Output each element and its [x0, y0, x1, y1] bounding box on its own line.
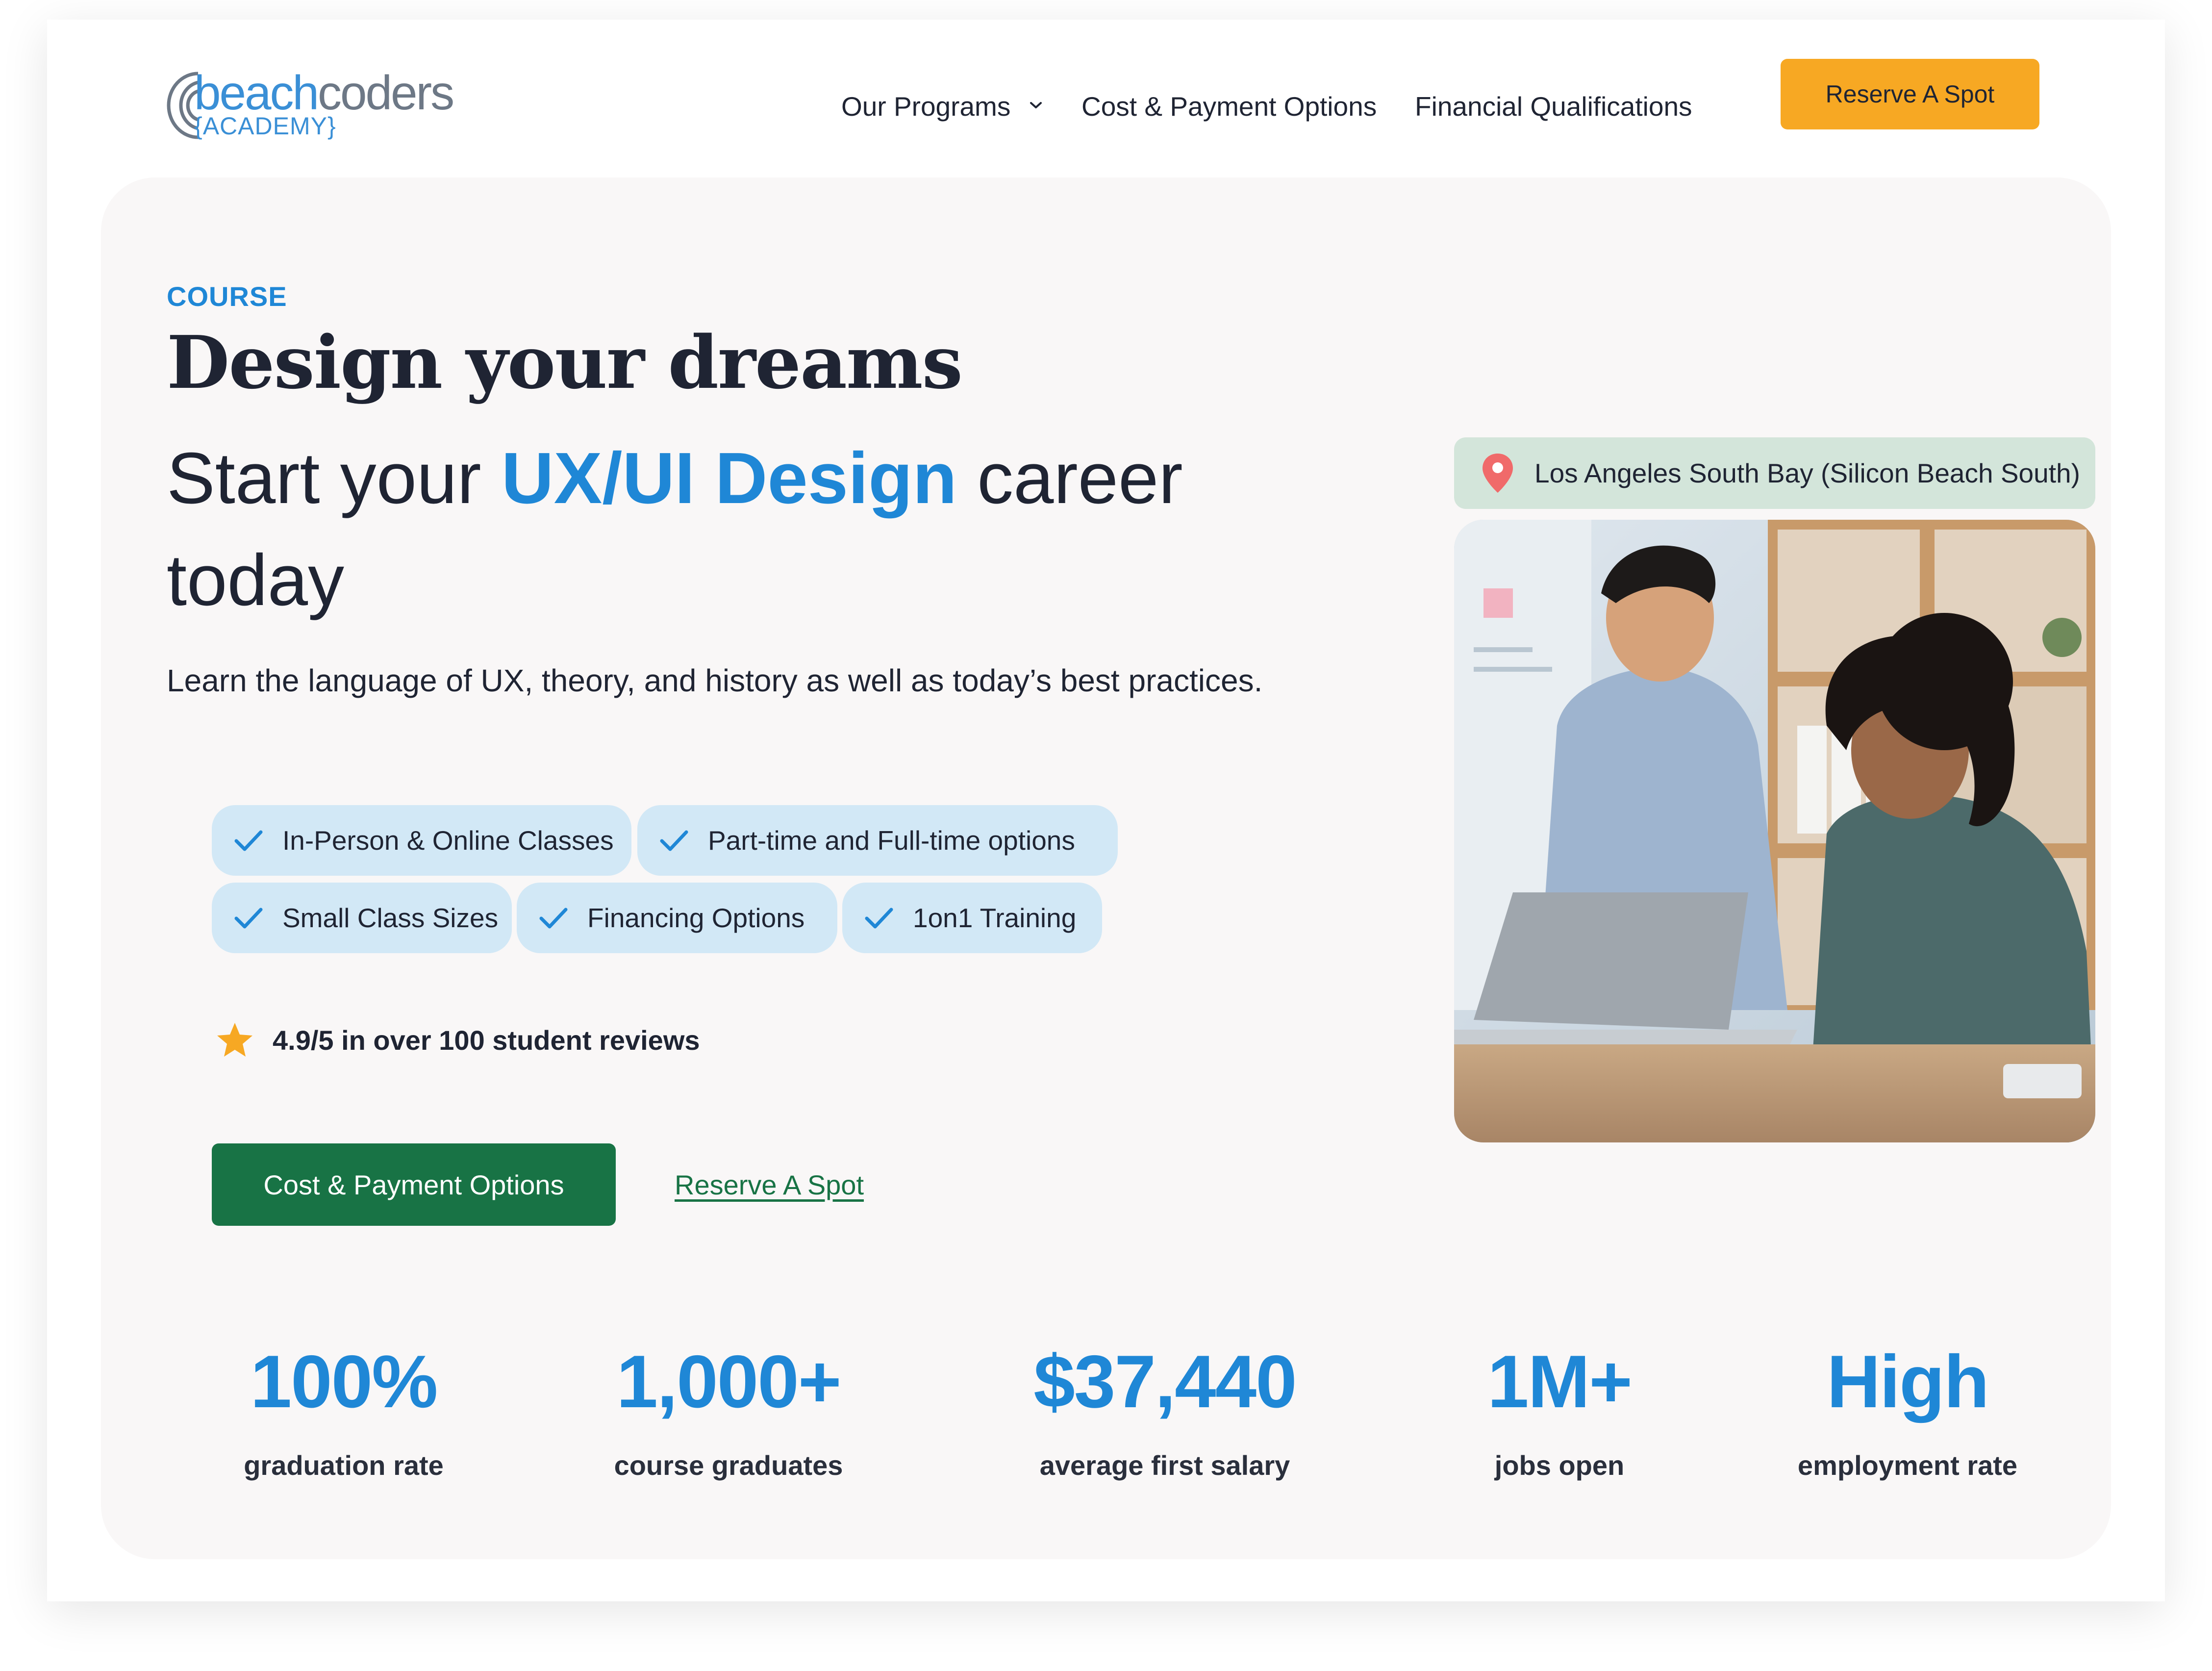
stat-label: course graduates: [614, 1450, 843, 1481]
rating-text: 4.9/5 in over 100 student reviews: [273, 1024, 700, 1056]
check-icon: [865, 908, 893, 929]
star-icon: [217, 1023, 252, 1057]
stat-label: graduation rate: [244, 1450, 444, 1481]
page-title: Design your dreams: [167, 320, 963, 405]
hero-subhead: Start your UX/UI Design career today: [167, 438, 1183, 621]
nav-our-programs-label: Our Programs: [841, 91, 1011, 122]
reserve-spot-link[interactable]: Reserve A Spot: [675, 1169, 864, 1201]
stat-employment-rate: High employment rate: [1768, 1344, 2047, 1481]
hero-photo: [1454, 520, 2095, 1142]
feature-chip: In-Person & Online Classes: [212, 805, 631, 876]
check-icon: [234, 830, 263, 851]
stat-value: $37,440: [1033, 1340, 1297, 1423]
feature-chip-label: 1on1 Training: [913, 903, 1077, 933]
hero-section: COURSE Design your dreams Start your UX/…: [101, 177, 2111, 1559]
logo-brand-text: beachcoders: [194, 66, 454, 120]
nav-financial-qualifications[interactable]: Financial Qualifications: [1415, 93, 1692, 120]
stat-graduation-rate: 100% graduation rate: [238, 1344, 449, 1481]
stat-label: jobs open: [1494, 1450, 1625, 1481]
course-eyebrow: COURSE: [167, 281, 287, 312]
nav-cost-payment[interactable]: Cost & Payment Options: [1081, 93, 1377, 120]
check-icon: [539, 908, 568, 929]
rating-summary: 4.9/5 in over 100 student reviews: [216, 1021, 700, 1059]
map-pin-icon: [1483, 454, 1513, 493]
feature-chip-label: Part-time and Full-time options: [708, 825, 1075, 856]
check-icon: [660, 830, 688, 851]
subhead-highlight: UX/UI Design: [501, 438, 957, 519]
site-header: beachcoders {ACADEMY} Our Programs Cost …: [47, 20, 2165, 172]
stat-label: employment rate: [1797, 1450, 2018, 1481]
hero-photo-illustration: [1454, 520, 2095, 1142]
feature-chip: Financing Options: [517, 883, 837, 953]
stat-value: 1M+: [1487, 1340, 1633, 1423]
feature-chip-label: Financing Options: [587, 903, 805, 933]
reserve-spot-button[interactable]: Reserve A Spot: [1781, 59, 2039, 129]
cost-payment-button[interactable]: Cost & Payment Options: [212, 1143, 616, 1226]
feature-chip-label: Small Class Sizes: [282, 903, 499, 933]
page-window: beachcoders {ACADEMY} Our Programs Cost …: [47, 20, 2165, 1601]
hero-description: Learn the language of UX, theory, and hi…: [167, 663, 1263, 698]
stat-average-salary: $37,440 average first salary: [998, 1344, 1332, 1481]
logo-sub-text: {ACADEMY}: [194, 112, 336, 140]
feature-chip-label: In-Person & Online Classes: [282, 825, 614, 856]
check-icon: [234, 908, 263, 929]
feature-chip: Small Class Sizes: [212, 883, 512, 953]
chevron-down-icon: [1030, 102, 1042, 109]
stat-jobs-open: 1M+ jobs open: [1454, 1344, 1665, 1481]
location-text: Los Angeles South Bay (Silicon Beach Sou…: [1534, 458, 2080, 488]
stat-value: 1,000+: [616, 1340, 841, 1423]
location-badge: Los Angeles South Bay (Silicon Beach Sou…: [1454, 437, 2095, 509]
stat-label: average first salary: [1039, 1450, 1290, 1481]
stat-course-graduates: 1,000+ course graduates: [591, 1344, 866, 1481]
logo[interactable]: beachcoders {ACADEMY}: [164, 59, 468, 157]
stat-value: High: [1827, 1340, 1989, 1423]
feature-chip: 1on1 Training: [842, 883, 1102, 953]
stat-value: 100%: [250, 1340, 438, 1423]
feature-chip: Part-time and Full-time options: [637, 805, 1118, 876]
nav-our-programs[interactable]: Our Programs: [841, 93, 1043, 120]
